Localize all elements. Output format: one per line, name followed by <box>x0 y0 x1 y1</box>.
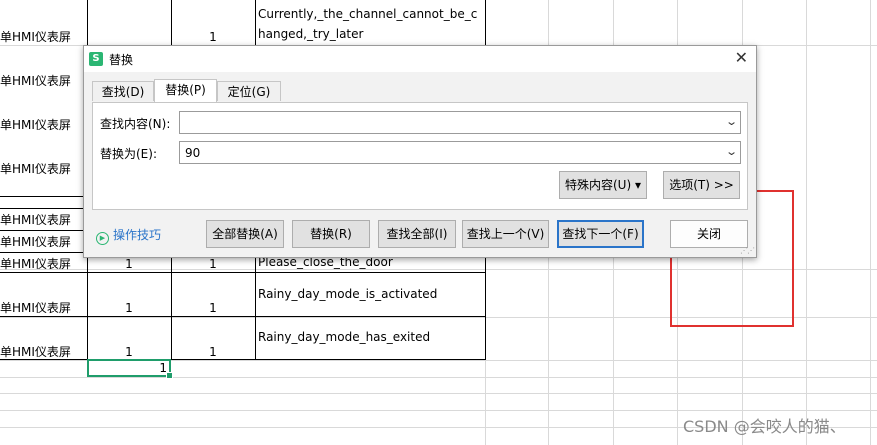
cell-a[interactable]: 单HMI仪表屏 <box>0 29 71 45</box>
cell-a[interactable]: 单HMI仪表屏 <box>0 73 71 89</box>
cell-a[interactable]: 单HMI仪表屏 <box>0 256 71 272</box>
grid-line <box>806 0 807 445</box>
cell-a[interactable]: 单HMI仪表屏 <box>0 234 71 250</box>
table-border <box>0 196 88 197</box>
grid-line <box>0 410 877 411</box>
find-all-button[interactable]: 查找全部(I) <box>378 220 456 248</box>
chevron-down-icon[interactable]: ⌄ <box>725 145 738 158</box>
replace-input-value: 90 <box>185 146 201 160</box>
find-next-button[interactable]: 查找下一个(F) <box>557 220 644 248</box>
selected-cell[interactable]: 1 <box>87 359 173 379</box>
replace-label: 替换为(E): <box>100 147 157 161</box>
table-border <box>0 272 486 273</box>
options-button[interactable]: 选项(T) >> <box>663 171 740 199</box>
close-icon[interactable]: ✕ <box>735 48 748 67</box>
replace-panel: 查找内容(N): ⌄ 替换为(E): 90 ⌄ 特殊内容(U) ▾ 选项(T) … <box>92 102 748 210</box>
table-border <box>0 208 88 209</box>
cell-a[interactable]: 单HMI仪表屏 <box>0 300 71 316</box>
grid-line <box>0 377 877 378</box>
special-content-button[interactable]: 特殊内容(U) ▾ <box>559 171 647 199</box>
replace-all-button[interactable]: 全部替换(A) <box>206 220 284 248</box>
cell-a[interactable]: 单HMI仪表屏 <box>0 117 71 133</box>
table-border <box>0 316 486 317</box>
cell-a[interactable]: 单HMI仪表屏 <box>0 344 71 360</box>
cell-value[interactable]: 1 <box>87 256 171 272</box>
grid-line <box>870 0 871 445</box>
fill-handle[interactable] <box>166 372 173 379</box>
grid-line <box>0 393 877 394</box>
tips-link[interactable]: ▶ 操作技巧 <box>96 226 161 245</box>
table-border <box>0 230 88 231</box>
replace-input[interactable]: 90 ⌄ <box>179 141 741 164</box>
tab-replace[interactable]: 替换(P) <box>154 79 217 102</box>
close-button[interactable]: 关闭 <box>670 220 748 248</box>
play-icon: ▶ <box>96 232 109 245</box>
cell-value[interactable]: 1 <box>87 300 171 316</box>
replace-button[interactable]: 替换(R) <box>292 220 370 248</box>
cell-value[interactable]: 1 <box>87 344 171 360</box>
tab-find[interactable]: 查找(D) <box>92 81 154 101</box>
cell-a[interactable]: 单HMI仪表屏 <box>0 212 71 228</box>
wps-app-icon: S <box>89 52 103 66</box>
cell-value[interactable]: 1 <box>171 256 255 272</box>
find-prev-button[interactable]: 查找上一个(V) <box>462 220 549 248</box>
cell-text[interactable]: Currently,_the_channel_cannot_be_changed… <box>258 4 484 44</box>
find-label: 查找内容(N): <box>100 117 171 131</box>
cell-value[interactable]: 1 <box>171 344 255 360</box>
cell-text[interactable]: Rainy_day_mode_is_activated <box>258 284 484 304</box>
dialog-title: 替换 <box>109 53 134 67</box>
cell-value[interactable]: 1 <box>171 29 255 45</box>
find-input[interactable]: ⌄ <box>179 111 741 134</box>
tips-label: 操作技巧 <box>113 228 162 242</box>
cell-text[interactable]: Rainy_day_mode_has_exited <box>258 327 484 347</box>
replace-dialog: S 替换 ✕ 查找(D) 替换(P) 定位(G) 查找内容(N): ⌄ 替换为(… <box>83 45 757 258</box>
table-border <box>0 252 88 253</box>
cell-value[interactable]: 1 <box>171 300 255 316</box>
tab-goto[interactable]: 定位(G) <box>217 81 281 101</box>
cell-a[interactable]: 单HMI仪表屏 <box>0 161 71 177</box>
watermark: CSDN @会咬人的猫、 <box>683 417 846 436</box>
chevron-down-icon[interactable]: ⌄ <box>725 115 738 128</box>
dialog-titlebar[interactable]: S 替换 ✕ <box>84 46 756 72</box>
resize-grip-icon[interactable]: ⋰⋰ <box>740 246 755 255</box>
